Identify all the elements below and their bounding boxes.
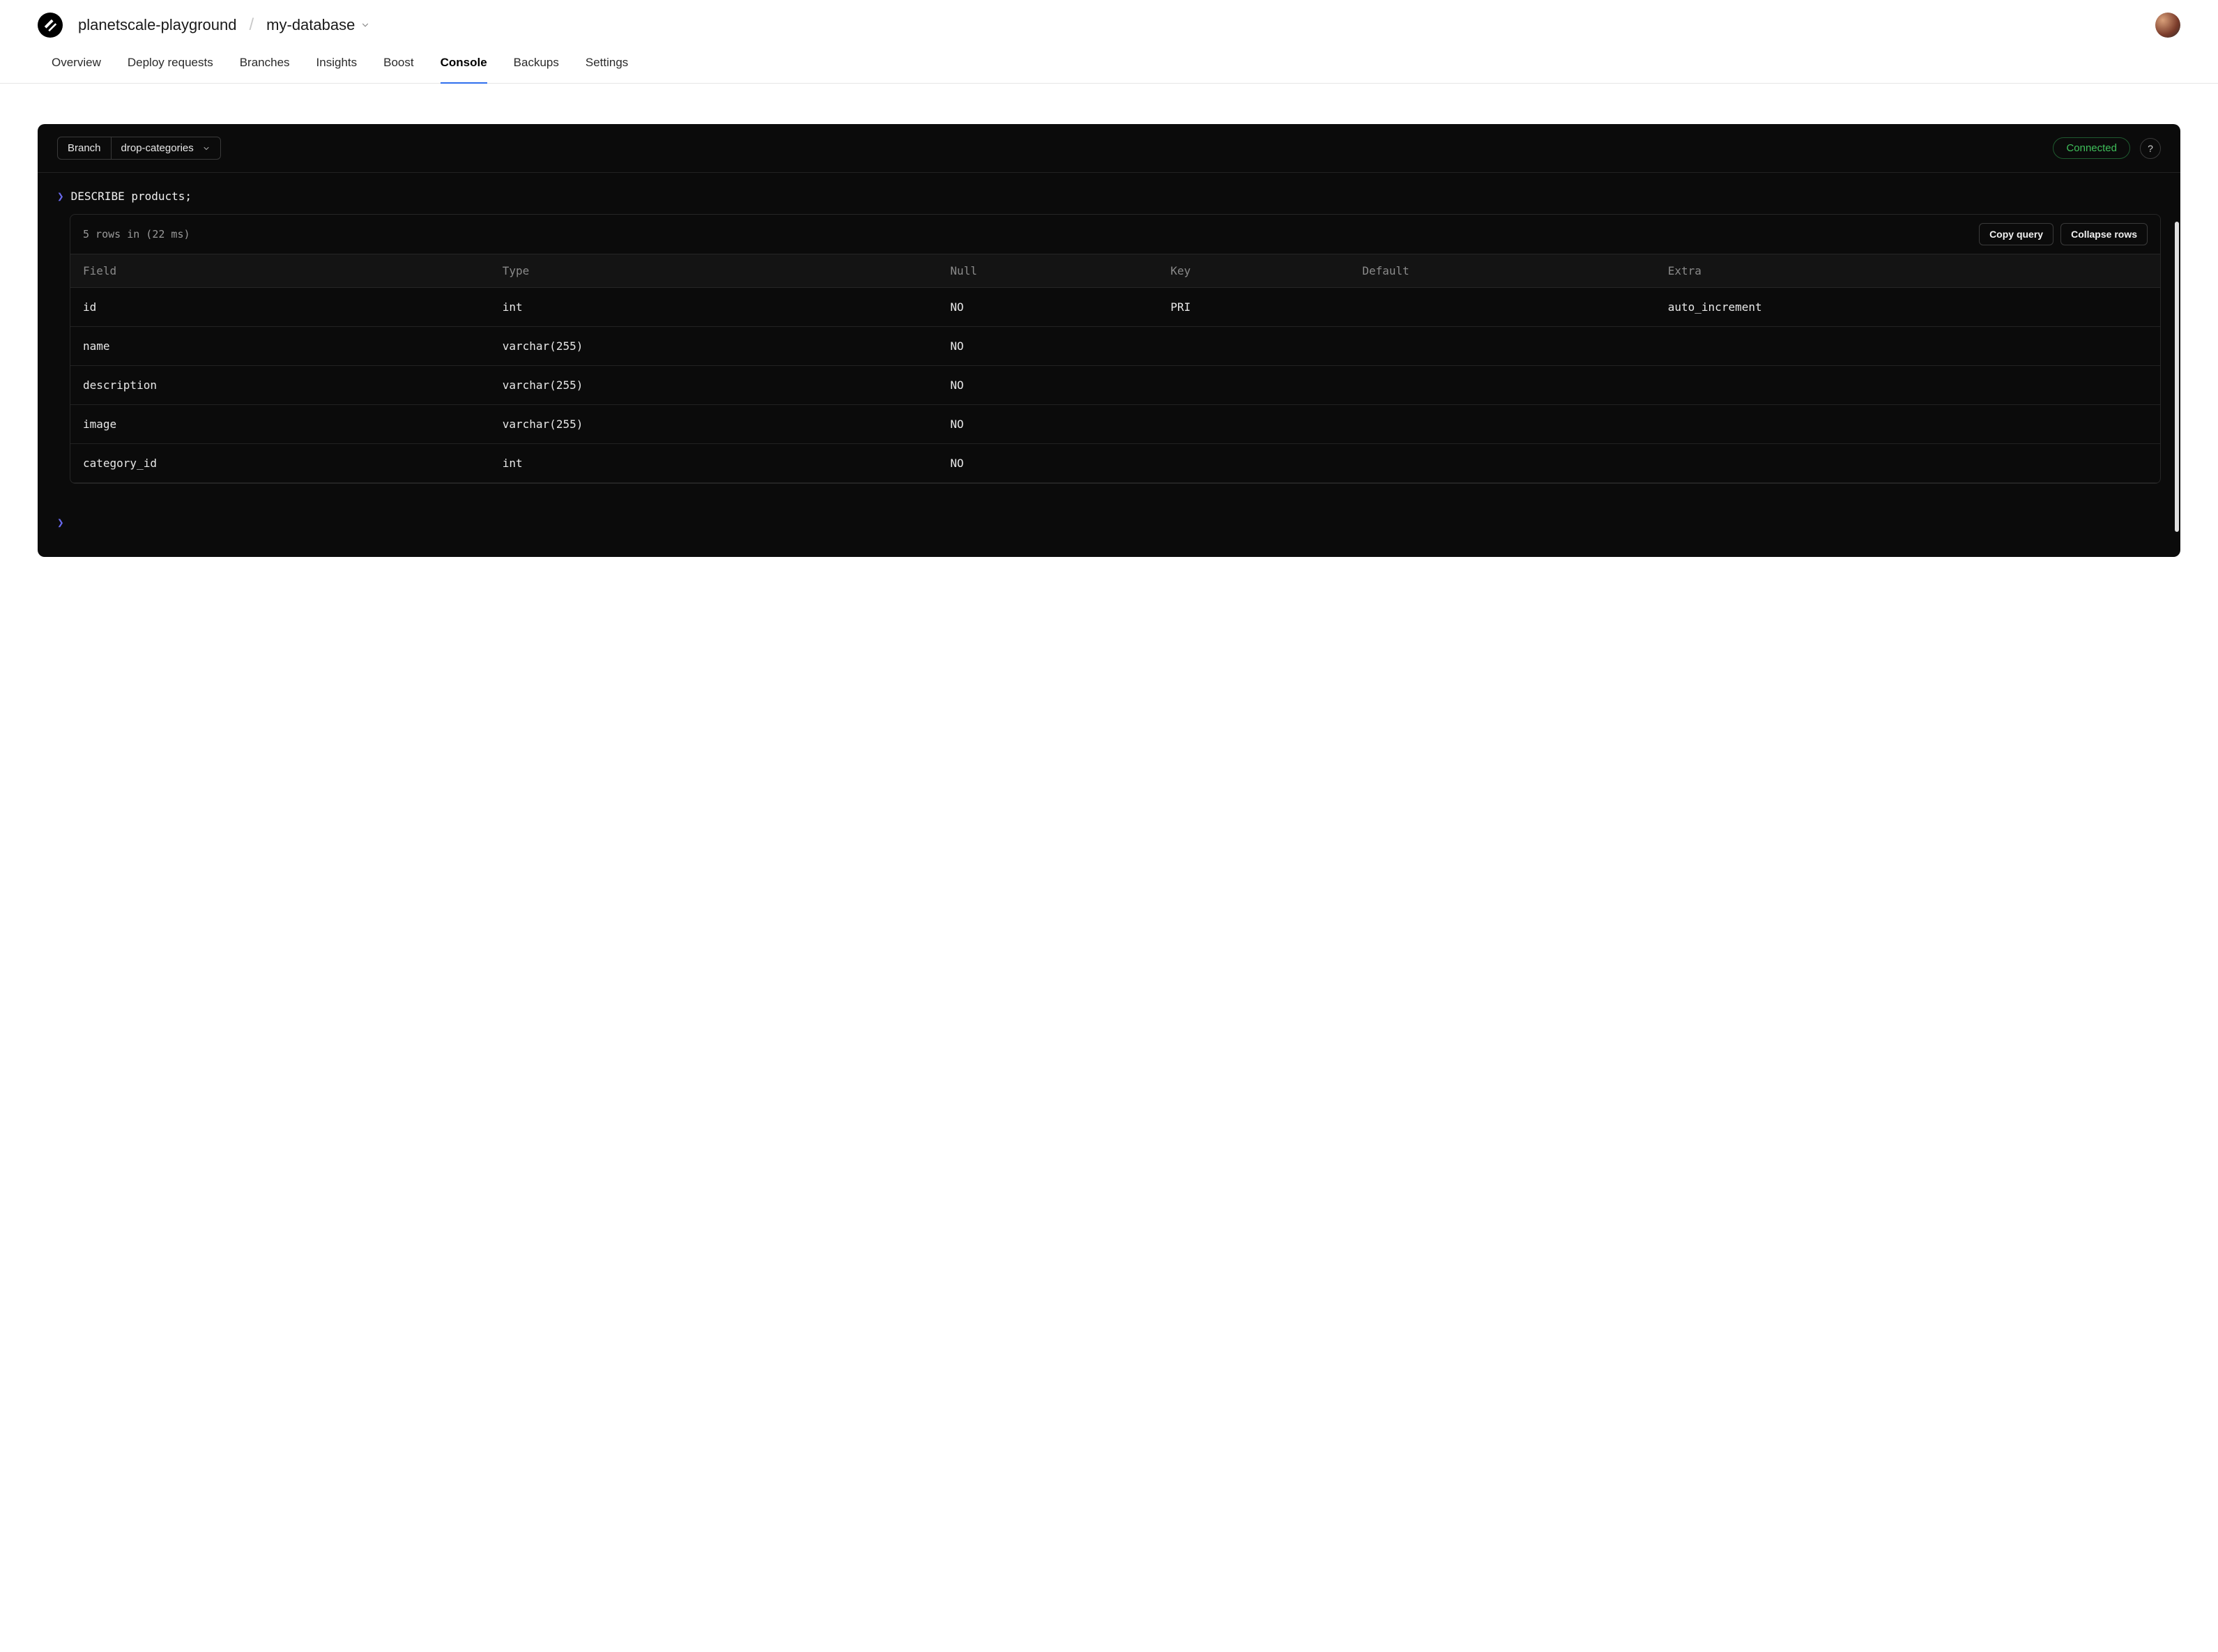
table-cell: image: [70, 405, 490, 444]
breadcrumb-separator: /: [250, 15, 254, 35]
table-cell: [1655, 327, 2160, 366]
table-cell: [1158, 327, 1349, 366]
database-selector[interactable]: my-database: [266, 16, 370, 34]
table-cell: [1655, 366, 2160, 405]
nav-tabs: Overview Deploy requests Branches Insights B…: [0, 38, 2218, 84]
table-cell: [1349, 327, 1655, 366]
table-cell: NO: [938, 444, 1158, 483]
connection-status: Connected: [2053, 137, 2130, 159]
result-summary: 5 rows in (22 ms): [83, 228, 190, 240]
chevron-down-icon: [360, 20, 370, 30]
column-header: Null: [938, 254, 1158, 288]
chevron-down-icon: [202, 144, 211, 153]
table-cell: [1158, 405, 1349, 444]
tab-console[interactable]: Console: [441, 56, 487, 84]
help-icon: ?: [2148, 143, 2153, 154]
table-cell: auto_increment: [1655, 288, 2160, 327]
table-cell: PRI: [1158, 288, 1349, 327]
table-cell: varchar(255): [490, 366, 938, 405]
table-cell: [1349, 288, 1655, 327]
table-cell: [1158, 366, 1349, 405]
table-row: idintNOPRI auto_increment: [70, 288, 2160, 327]
tab-branches[interactable]: Branches: [240, 56, 290, 84]
table-cell: NO: [938, 366, 1158, 405]
table-cell: int: [490, 288, 938, 327]
query-text: DESCRIBE products;: [71, 190, 192, 203]
scrollbar[interactable]: [2175, 222, 2179, 532]
console-toolbar: Branch drop-categories Connected ?: [38, 124, 2180, 173]
table-cell: description: [70, 366, 490, 405]
column-header: Key: [1158, 254, 1349, 288]
table-cell: name: [70, 327, 490, 366]
org-name[interactable]: planetscale-playground: [78, 16, 237, 34]
table-row: descriptionvarchar(255)NO: [70, 366, 2160, 405]
query-prompt: ❯ DESCRIBE products;: [57, 190, 2161, 203]
database-name: my-database: [266, 16, 355, 34]
query-input-prompt[interactable]: ❯: [57, 516, 2161, 529]
prompt-caret-icon: ❯: [57, 190, 64, 203]
table-cell: NO: [938, 327, 1158, 366]
console-wrap: Branch drop-categories Connected ? ❯ DES…: [0, 84, 2218, 585]
branch-label: Branch: [58, 137, 112, 159]
console-panel: Branch drop-categories Connected ? ❯ DES…: [38, 124, 2180, 557]
table-cell: [1349, 444, 1655, 483]
branch-value: drop-categories: [121, 142, 194, 154]
table-row: category_idintNO: [70, 444, 2160, 483]
table-cell: [1158, 444, 1349, 483]
table-cell: [1655, 444, 2160, 483]
tab-boost[interactable]: Boost: [383, 56, 413, 84]
avatar[interactable]: [2155, 13, 2180, 38]
help-button[interactable]: ?: [2140, 138, 2161, 159]
result-table: FieldTypeNullKeyDefaultExtra idintNOPRIa…: [70, 254, 2160, 483]
tab-deploy-requests[interactable]: Deploy requests: [128, 56, 213, 84]
collapse-rows-button[interactable]: Collapse rows: [2060, 223, 2148, 245]
table-cell: [1349, 405, 1655, 444]
console-body: ❯ DESCRIBE products; 5 rows in (22 ms) C…: [38, 173, 2180, 557]
top-header: planetscale-playground / my-database: [0, 0, 2218, 38]
column-header: Field: [70, 254, 490, 288]
tab-overview[interactable]: Overview: [52, 56, 101, 84]
copy-query-button[interactable]: Copy query: [1979, 223, 2053, 245]
table-cell: varchar(255): [490, 405, 938, 444]
table-row: imagevarchar(255)NO: [70, 405, 2160, 444]
tab-backups[interactable]: Backups: [514, 56, 559, 84]
query-result: 5 rows in (22 ms) Copy query Collapse ro…: [70, 214, 2161, 484]
breadcrumb: planetscale-playground / my-database: [78, 15, 370, 35]
branch-select[interactable]: drop-categories: [112, 137, 220, 159]
table-cell: [1655, 405, 2160, 444]
table-cell: [1349, 366, 1655, 405]
prompt-caret-icon: ❯: [57, 516, 64, 529]
table-cell: id: [70, 288, 490, 327]
tab-settings[interactable]: Settings: [586, 56, 628, 84]
column-header: Extra: [1655, 254, 2160, 288]
column-header: Default: [1349, 254, 1655, 288]
logo[interactable]: [38, 13, 63, 38]
table-row: namevarchar(255)NO: [70, 327, 2160, 366]
planetscale-icon: [43, 17, 58, 33]
table-cell: varchar(255): [490, 327, 938, 366]
table-cell: NO: [938, 405, 1158, 444]
table-cell: category_id: [70, 444, 490, 483]
table-cell: int: [490, 444, 938, 483]
table-cell: NO: [938, 288, 1158, 327]
column-header: Type: [490, 254, 938, 288]
result-header: 5 rows in (22 ms) Copy query Collapse ro…: [70, 215, 2160, 254]
tab-insights[interactable]: Insights: [316, 56, 358, 84]
branch-picker: Branch drop-categories: [57, 137, 221, 160]
